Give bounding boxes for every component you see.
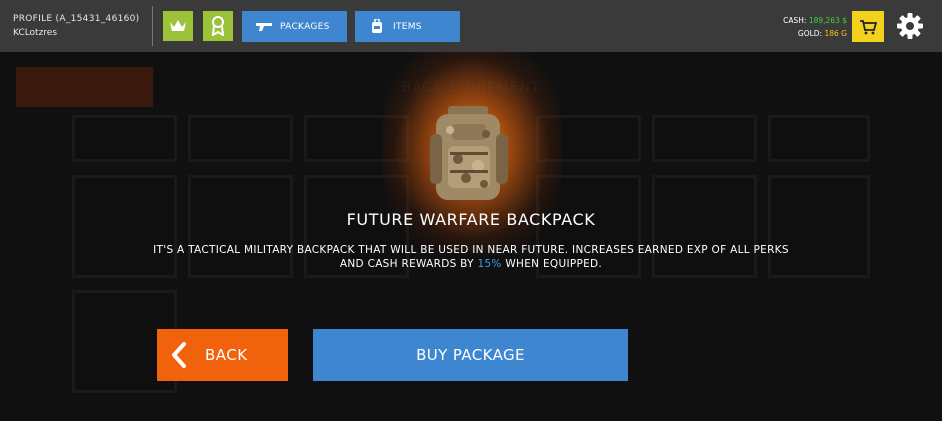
gold-label: GOLD: — [797, 29, 823, 38]
cash-label: CASH: — [783, 16, 807, 25]
cash-value: 189,263 $ — [808, 16, 847, 25]
ribbon-icon — [211, 16, 225, 36]
currency-display: CASH: 189,263 $ GOLD: 186 G — [783, 14, 847, 40]
gun-icon — [256, 22, 272, 32]
item-slot — [72, 115, 177, 162]
buy-package-button[interactable]: BUY PACKAGE — [313, 329, 628, 381]
cart-icon — [860, 19, 877, 34]
item-slot — [768, 115, 870, 162]
items-tab[interactable]: ITEMS — [355, 11, 460, 42]
username: KCLotzres — [13, 28, 58, 38]
crown-icon — [170, 20, 186, 31]
crown-button[interactable] — [163, 11, 193, 41]
backpack-icon — [369, 19, 385, 34]
item-slot — [652, 115, 757, 162]
gold-value: 186 G — [824, 29, 847, 38]
buy-label: BUY PACKAGE — [416, 346, 525, 364]
packages-tab[interactable]: PACKAGES — [242, 11, 347, 42]
achievements-button[interactable] — [203, 11, 233, 41]
top-bar: PROFILE (A_15431_46160) KCLotzres PACKAG… — [0, 0, 942, 52]
gear-icon[interactable] — [895, 11, 925, 41]
item-slot — [188, 115, 293, 162]
shop-cart-button[interactable] — [852, 11, 884, 42]
items-label: ITEMS — [393, 21, 422, 32]
desc-text-end: WHEN EQUIPPED. — [505, 258, 603, 270]
backpack-icon — [430, 106, 508, 200]
bonus-percent: 15% — [477, 258, 502, 270]
profile-block[interactable]: PROFILE (A_15431_46160) KCLotzres — [13, 12, 140, 40]
back-label: BACK — [205, 346, 248, 364]
profile-id: PROFILE (A_15431_46160) — [13, 14, 140, 24]
item-title: FUTURE WARFARE BACKPACK — [346, 210, 596, 229]
back-button[interactable]: BACK — [157, 329, 288, 381]
desc-text: IT'S A TACTICAL MILITARY BACKPACK THAT W… — [153, 244, 789, 270]
chevron-left-icon — [171, 342, 187, 368]
divider — [152, 6, 153, 46]
packages-label: PACKAGES — [280, 21, 330, 32]
item-description: IT'S A TACTICAL MILITARY BACKPACK THAT W… — [150, 243, 792, 271]
